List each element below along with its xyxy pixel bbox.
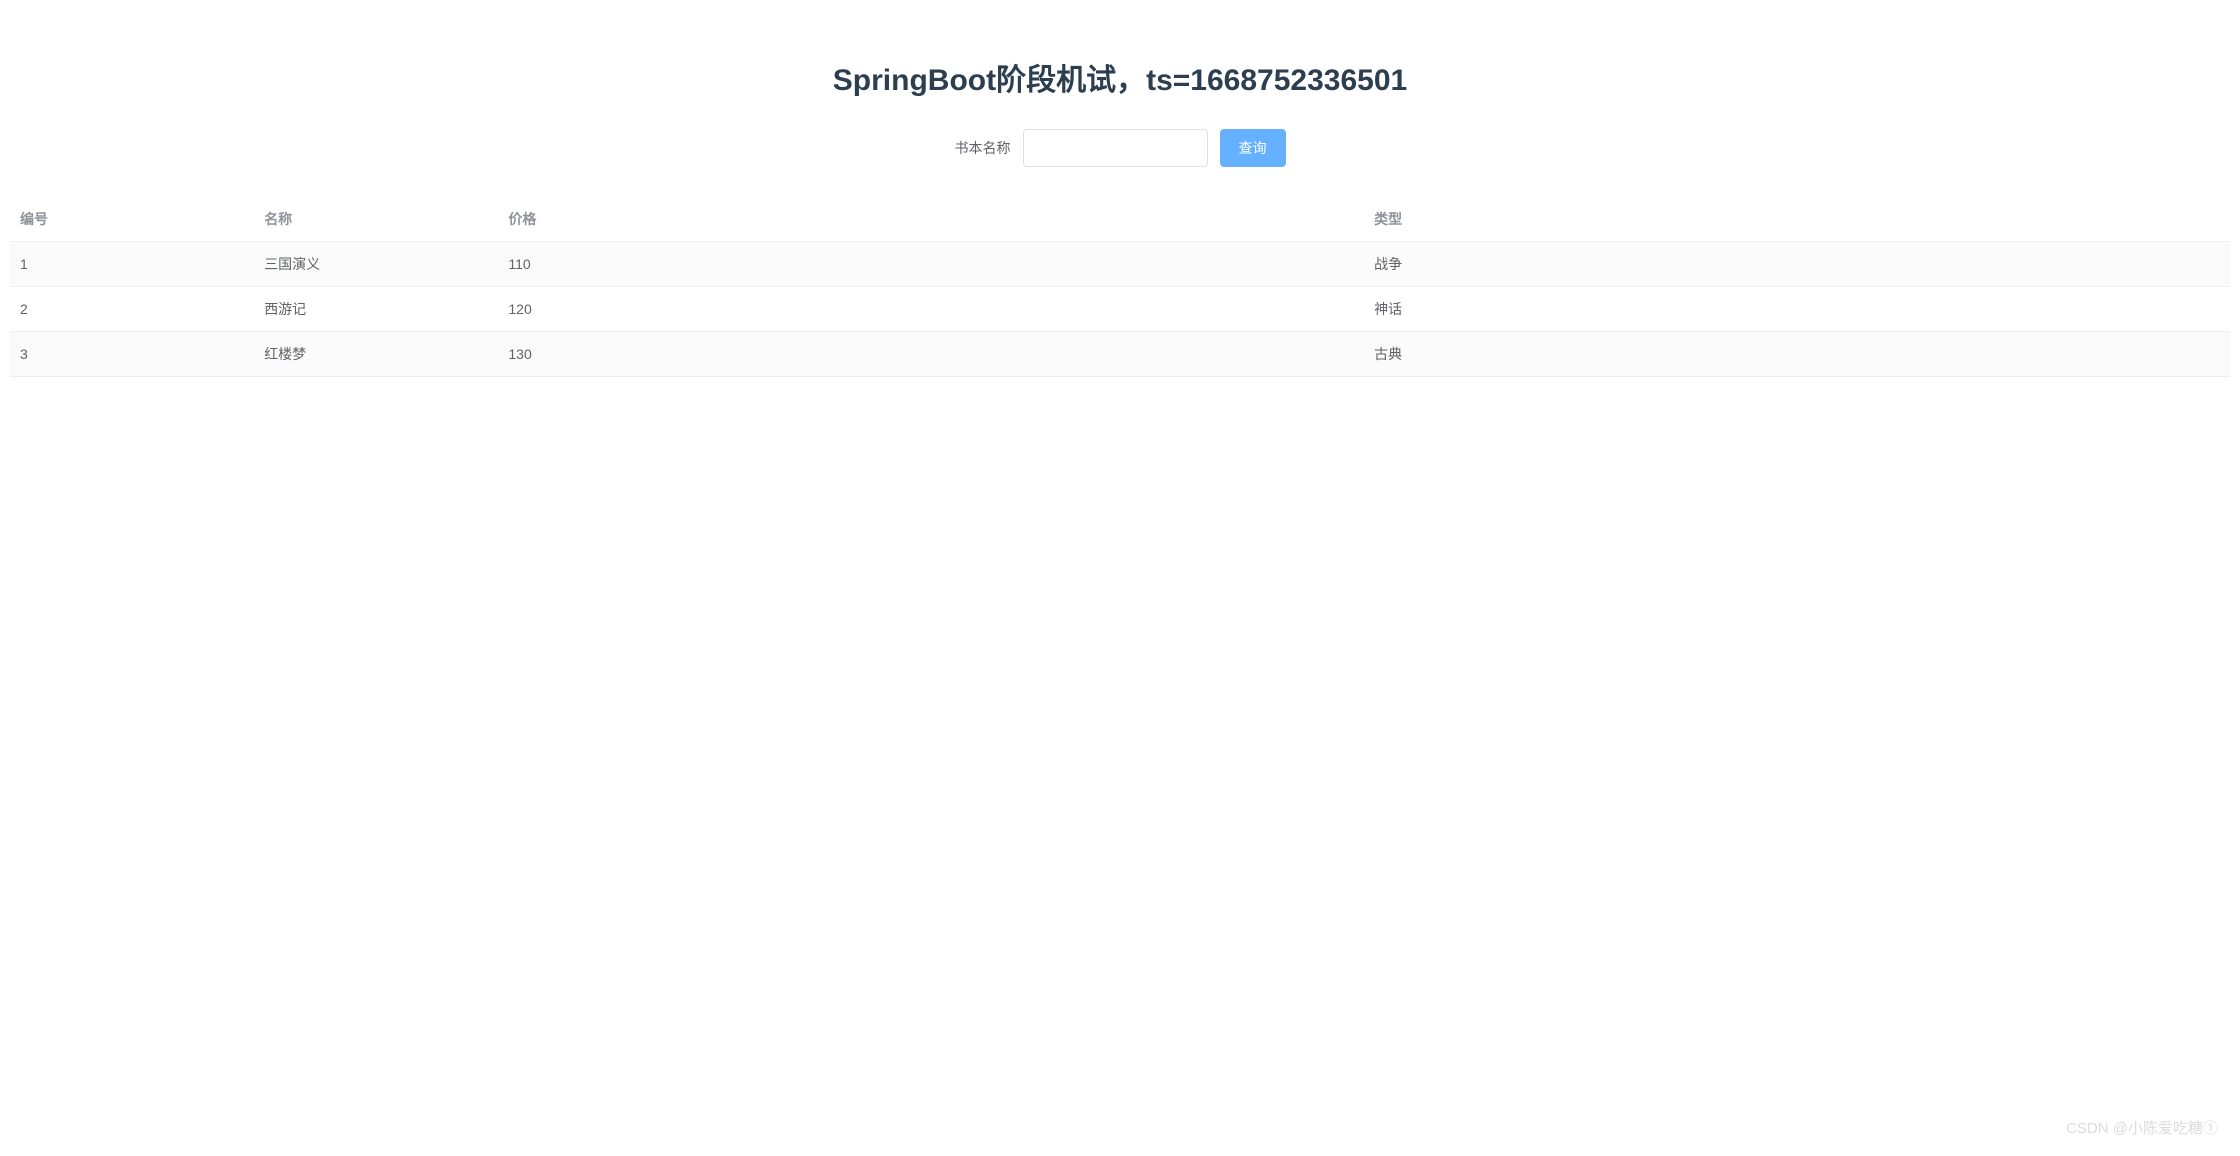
table-row: 3 红楼梦 130 古典 [10,332,2230,377]
book-name-input[interactable] [1023,129,1208,167]
cell-name: 三国演义 [254,242,498,287]
cell-type: 战争 [1364,242,2230,287]
column-header-id: 编号 [10,197,254,242]
cell-type: 古典 [1364,332,2230,377]
search-button[interactable]: 查询 [1220,129,1286,167]
book-table: 编号 名称 价格 类型 1 三国演义 110 战争 2 西游记 120 神话 3… [10,197,2230,377]
table-header-row: 编号 名称 价格 类型 [10,197,2230,242]
cell-name: 红楼梦 [254,332,498,377]
column-header-name: 名称 [254,197,498,242]
cell-price: 110 [498,242,1364,287]
watermark: CSDN @小陈爱吃糖① [2066,1117,2218,1138]
column-header-price: 价格 [498,197,1364,242]
search-bar: 书本名称 查询 [10,129,2230,167]
cell-name: 西游记 [254,287,498,332]
search-label: 书本名称 [955,138,1011,158]
cell-price: 120 [498,287,1364,332]
cell-id: 1 [10,242,254,287]
cell-type: 神话 [1364,287,2230,332]
column-header-type: 类型 [1364,197,2230,242]
table-row: 1 三国演义 110 战争 [10,242,2230,287]
page-title: SpringBoot阶段机试，ts=1668752336501 [10,55,2230,99]
table-row: 2 西游记 120 神话 [10,287,2230,332]
cell-id: 3 [10,332,254,377]
cell-price: 130 [498,332,1364,377]
page-container: SpringBoot阶段机试，ts=1668752336501 书本名称 查询 … [0,55,2240,377]
cell-id: 2 [10,287,254,332]
